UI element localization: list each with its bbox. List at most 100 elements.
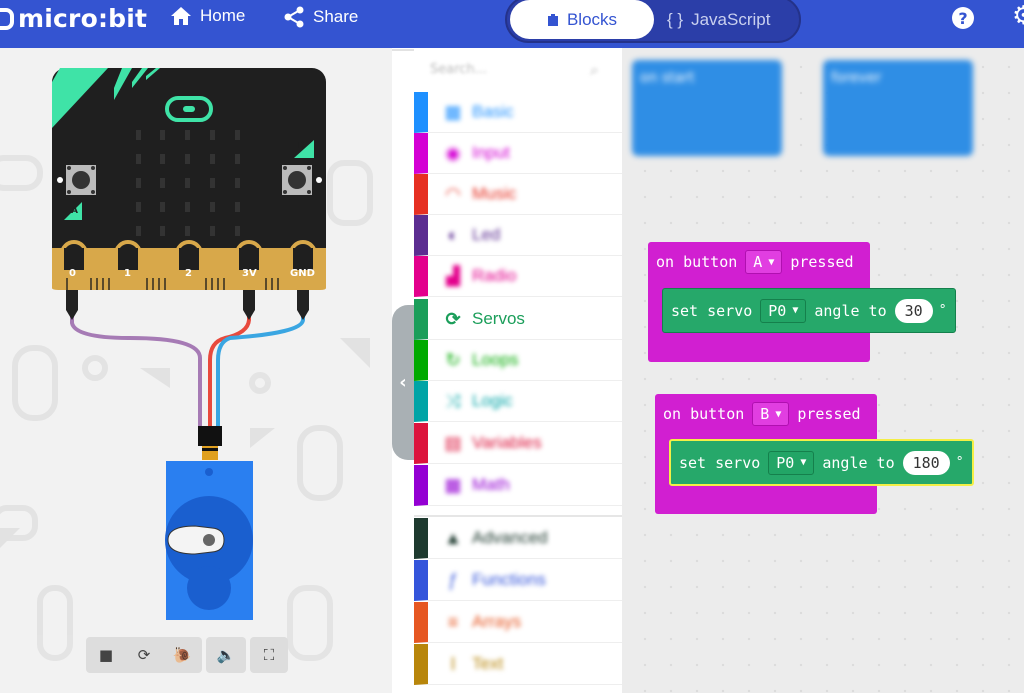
- stmt-mid: angle to: [822, 453, 895, 472]
- stmt-mid: angle to: [814, 301, 887, 320]
- grid-icon: ▦: [444, 101, 462, 122]
- blocks-workspace[interactable]: on start forever on button A ▼ pressed s…: [622, 48, 1024, 693]
- servo-pin-dropdown[interactable]: P0 ▼: [760, 298, 807, 323]
- microbit-logo[interactable]: micro:bit: [0, 4, 147, 33]
- simulator-board: [0, 68, 373, 661]
- angle-input[interactable]: 30: [894, 298, 933, 323]
- shuffle-icon: ⤨: [445, 390, 461, 411]
- event-prefix: on button: [663, 405, 745, 423]
- category-label: Arrays: [472, 612, 522, 631]
- forever-label: forever: [831, 70, 882, 86]
- category-label: Basic: [472, 102, 514, 121]
- editor-tab-switch: Blocks { } JavaScript: [505, 0, 801, 43]
- category-variables[interactable]: ▤ Variables: [414, 423, 622, 464]
- set-servo-angle-block[interactable]: set servo P0 ▼ angle to 30 °: [662, 288, 956, 333]
- category-loops[interactable]: ↻ Loops: [414, 340, 622, 381]
- button-value: B: [760, 405, 770, 423]
- gear-icon[interactable]: ⚙: [1012, 3, 1024, 29]
- category-label: Input: [472, 143, 510, 162]
- angle-input[interactable]: 180: [902, 450, 950, 475]
- fullscreen-icon[interactable]: ⛶: [250, 637, 288, 673]
- category-music[interactable]: ◠ Music: [414, 174, 622, 215]
- toolbox: Search... ⌕ ▦ Basic ◉ Input ◠ Music ◐ Le…: [414, 48, 622, 693]
- chevron-up-icon: ▲: [444, 527, 462, 548]
- category-basic[interactable]: ▦ Basic: [414, 92, 622, 133]
- category-label: Advanced: [472, 528, 548, 547]
- restart-icon[interactable]: ⟳: [125, 646, 163, 664]
- button-a-label: A: [71, 206, 78, 216]
- chevron-down-icon: ▼: [768, 256, 775, 268]
- category-input[interactable]: ◉ Input: [414, 133, 622, 174]
- chevron-down-icon: ▼: [792, 305, 799, 316]
- slow-mo-icon[interactable]: 🐌: [163, 646, 201, 664]
- category-advanced[interactable]: ▲ Advanced: [414, 518, 622, 559]
- mute-icon[interactable]: 🔈: [206, 637, 246, 673]
- simulator-controls: ■ ⟳ 🐌 🔈 ⛶: [86, 637, 288, 673]
- search-input[interactable]: Search...: [430, 62, 487, 77]
- pin-label-3v: 3V: [242, 268, 257, 279]
- servo-pin-dropdown[interactable]: P0 ▼: [768, 450, 815, 475]
- help-button[interactable]: ?: [952, 7, 974, 29]
- stmt-prefix: set servo: [679, 453, 761, 472]
- functions-icon: ƒ: [447, 569, 458, 590]
- servo-pin-value: P0: [776, 453, 795, 472]
- button-dropdown[interactable]: A ▼: [745, 250, 783, 274]
- variables-icon: ▤: [444, 432, 462, 453]
- button-a[interactable]: [66, 165, 96, 195]
- home-button[interactable]: Home: [170, 6, 245, 26]
- pin-label-2: 2: [185, 268, 192, 279]
- category-radio[interactable]: ▟ Radio: [414, 256, 622, 297]
- on-start-block[interactable]: on start: [632, 60, 782, 156]
- degree-unit: °: [955, 455, 964, 470]
- toggle-icon: ◐: [447, 224, 459, 245]
- button-value: A: [753, 253, 763, 271]
- servo-pin-value: P0: [768, 301, 787, 320]
- event-suffix: pressed: [797, 405, 861, 423]
- list-icon: ≡: [447, 611, 459, 632]
- search-icon[interactable]: ⌕: [590, 60, 599, 80]
- tab-javascript[interactable]: { } JavaScript: [667, 0, 770, 39]
- share-label: Share: [313, 7, 359, 26]
- loop-icon: ↻: [445, 349, 461, 370]
- share-button[interactable]: Share: [283, 6, 358, 28]
- collapse-simulator-button[interactable]: ‹: [392, 305, 414, 460]
- tab-blocks[interactable]: Blocks: [510, 0, 654, 39]
- pin-label-gnd: GND: [290, 268, 315, 279]
- category-label: Variables: [472, 433, 542, 452]
- text-icon: I: [450, 653, 456, 674]
- category-label: Led: [472, 225, 501, 244]
- microbit-logo-icon: [0, 7, 14, 30]
- category-functions[interactable]: ƒ Functions: [414, 560, 622, 601]
- category-servos[interactable]: ⟳ Servos: [414, 299, 622, 340]
- chevron-down-icon: ▼: [800, 457, 807, 468]
- braces-icon: { }: [667, 9, 684, 29]
- input-icon: ◉: [445, 142, 461, 163]
- category-arrays[interactable]: ≡ Arrays: [414, 602, 622, 643]
- category-text[interactable]: I Text: [414, 644, 622, 685]
- category-label: Functions: [472, 570, 546, 589]
- top-bar: micro:bit Home Share Blocks { } JavaScri…: [0, 0, 1024, 48]
- category-label: Servos: [472, 309, 525, 328]
- category-led[interactable]: ◐ Led: [414, 215, 622, 256]
- event-suffix: pressed: [790, 253, 854, 271]
- home-icon: [171, 7, 191, 25]
- stmt-prefix: set servo: [671, 301, 753, 320]
- button-b[interactable]: [282, 165, 312, 195]
- refresh-icon: ⟳: [445, 308, 461, 329]
- share-icon: [284, 6, 304, 28]
- chevron-down-icon: ▼: [775, 408, 782, 420]
- category-logic[interactable]: ⤨ Logic: [414, 381, 622, 422]
- category-math[interactable]: ▦ Math: [414, 465, 622, 506]
- chevron-left-icon: ‹: [399, 372, 407, 393]
- on-start-label: on start: [640, 70, 695, 86]
- set-servo-angle-block-selected[interactable]: set servo P0 ▼ angle to 180 °: [669, 439, 974, 486]
- button-dropdown[interactable]: B ▼: [752, 402, 790, 426]
- simulator-panel: 0 1 2 3V GND A B ■ ⟳ 🐌 🔈 ⛶: [0, 48, 392, 693]
- home-label: Home: [200, 6, 246, 25]
- category-label: Loops: [472, 350, 519, 369]
- stop-icon[interactable]: ■: [87, 646, 125, 664]
- forever-block[interactable]: forever: [823, 60, 973, 156]
- pin-label-1: 1: [124, 268, 131, 279]
- tab-javascript-label: JavaScript: [691, 9, 771, 29]
- simulator-control-group: ■ ⟳ 🐌: [86, 637, 202, 673]
